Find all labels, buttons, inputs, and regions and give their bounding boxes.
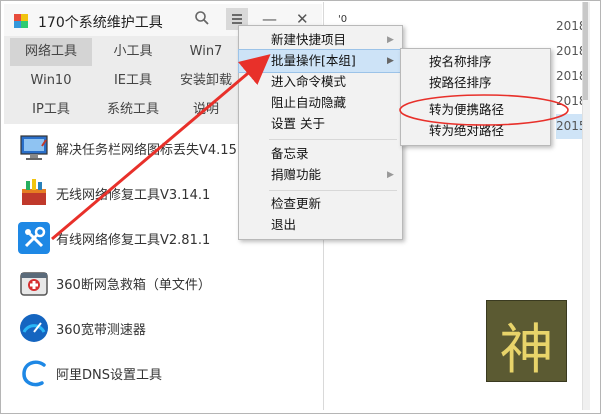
watermark-logo: 神 — [486, 300, 567, 382]
annotation-circle — [399, 94, 569, 126]
annotation-arrow — [51, 54, 271, 241]
watermark-char: 神 — [499, 318, 554, 381]
